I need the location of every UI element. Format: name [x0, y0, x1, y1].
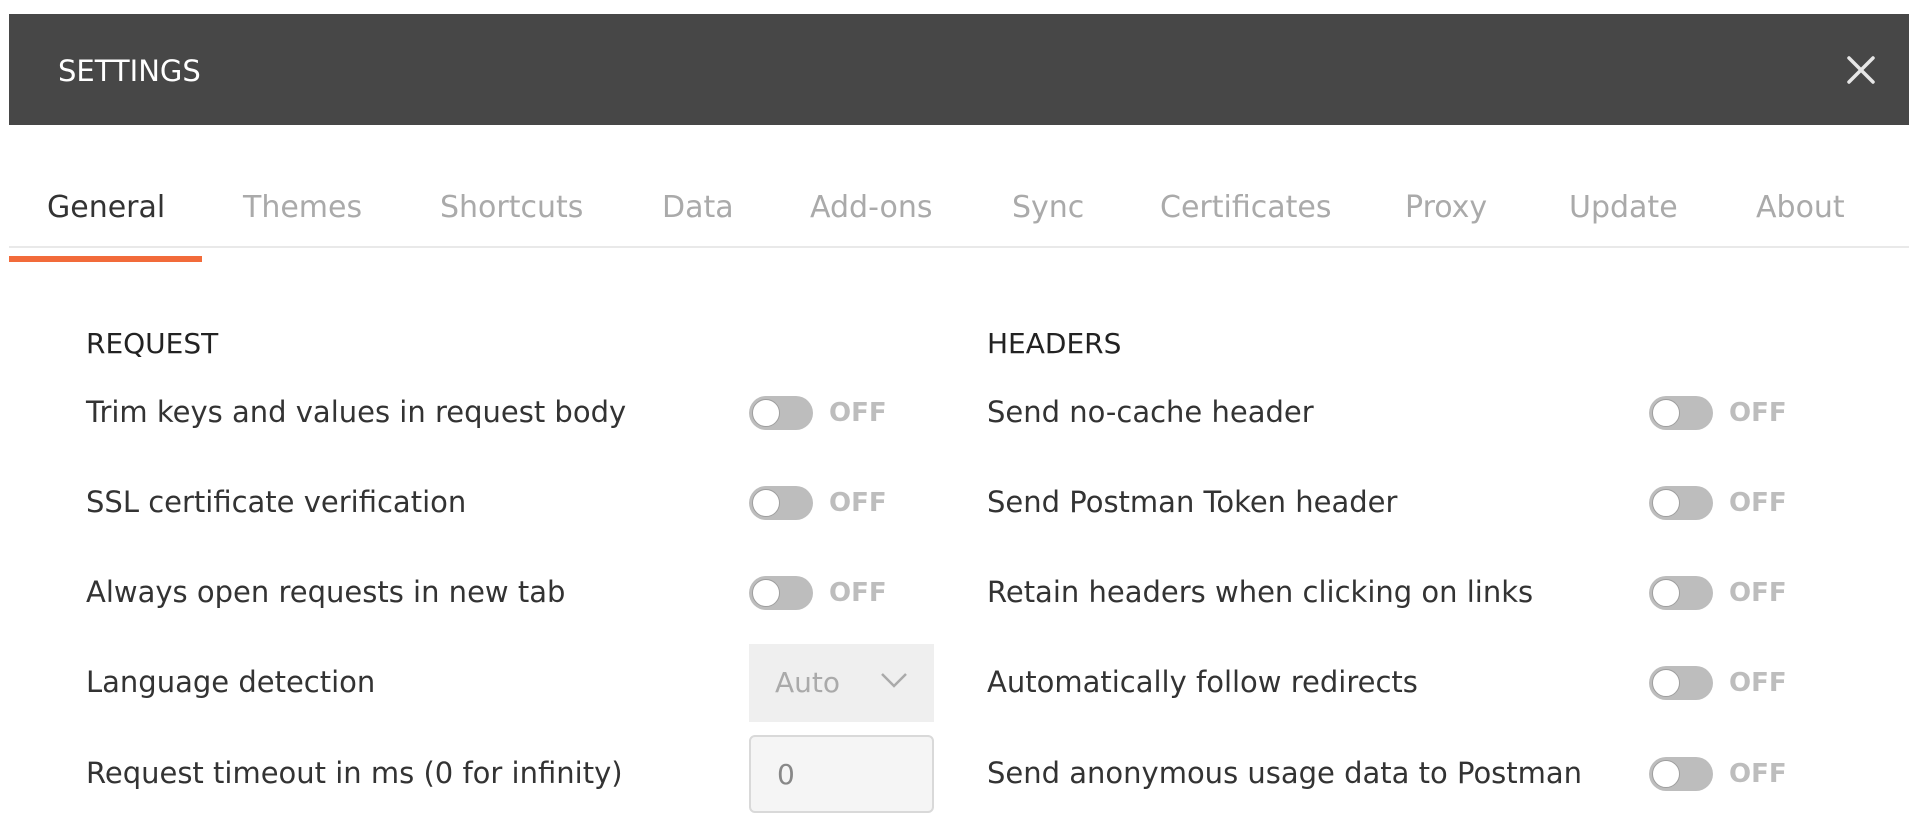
toggle-knob [1652, 669, 1680, 697]
toggle-state-retain-headers: OFF [1729, 578, 1787, 608]
settings-modal: SETTINGS General Themes Shortcuts Data A… [9, 14, 1909, 831]
toggle-state-open-new-tab: OFF [829, 578, 887, 608]
toggle-retain-headers[interactable] [1649, 576, 1713, 610]
setting-label-follow-redirects: Automatically follow redirects [987, 665, 1418, 699]
toggle-no-cache[interactable] [1649, 396, 1713, 430]
tab-data[interactable]: Data [662, 190, 734, 246]
toggle-state-trim-keys: OFF [829, 398, 887, 428]
tab-update[interactable]: Update [1569, 190, 1678, 246]
tab-about[interactable]: About [1756, 190, 1845, 246]
toggle-usage-data[interactable] [1649, 757, 1713, 791]
toggle-state-postman-token: OFF [1729, 488, 1787, 518]
request-section-title: REQUEST [86, 327, 219, 360]
language-detection-value: Auto [775, 666, 841, 699]
settings-tabs: General Themes Shortcuts Data Add-ons Sy… [9, 190, 1909, 248]
setting-label-language-detection: Language detection [86, 665, 376, 699]
language-detection-select[interactable]: Auto [749, 644, 934, 722]
toggle-knob [752, 489, 780, 517]
request-timeout-input[interactable] [749, 735, 934, 813]
toggle-state-follow-redirects: OFF [1729, 668, 1787, 698]
toggle-open-new-tab[interactable] [749, 576, 813, 610]
toggle-knob [1652, 489, 1680, 517]
tab-add-ons[interactable]: Add-ons [810, 190, 932, 246]
tab-themes[interactable]: Themes [243, 190, 362, 246]
active-tab-indicator [9, 256, 202, 262]
tab-proxy[interactable]: Proxy [1405, 190, 1487, 246]
setting-label-ssl-verification: SSL certificate verification [86, 485, 467, 519]
headers-section-title: HEADERS [987, 327, 1122, 360]
tab-shortcuts[interactable]: Shortcuts [440, 190, 583, 246]
toggle-knob [1652, 579, 1680, 607]
toggle-trim-keys[interactable] [749, 396, 813, 430]
setting-label-no-cache: Send no-cache header [987, 395, 1314, 429]
toggle-state-ssl-verification: OFF [829, 488, 887, 518]
toggle-knob [752, 579, 780, 607]
setting-label-retain-headers: Retain headers when clicking on links [987, 575, 1534, 609]
tab-general[interactable]: General [47, 190, 165, 246]
modal-title: SETTINGS [58, 54, 201, 88]
setting-label-usage-data: Send anonymous usage data to Postman [987, 756, 1583, 790]
toggle-knob [1652, 760, 1680, 788]
close-icon [1847, 56, 1875, 84]
tab-certificates[interactable]: Certificates [1160, 190, 1331, 246]
setting-label-request-timeout: Request timeout in ms (0 for infinity) [86, 756, 623, 790]
toggle-state-no-cache: OFF [1729, 398, 1787, 428]
setting-label-postman-token: Send Postman Token header [987, 485, 1398, 519]
toggle-knob [752, 399, 780, 427]
setting-label-open-new-tab: Always open requests in new tab [86, 575, 566, 609]
setting-label-trim-keys: Trim keys and values in request body [86, 395, 627, 429]
chevron-down-icon [881, 673, 907, 688]
toggle-state-usage-data: OFF [1729, 759, 1787, 789]
modal-header: SETTINGS [9, 14, 1909, 125]
toggle-knob [1652, 399, 1680, 427]
toggle-postman-token[interactable] [1649, 486, 1713, 520]
toggle-follow-redirects[interactable] [1649, 666, 1713, 700]
tab-sync[interactable]: Sync [1012, 190, 1084, 246]
toggle-ssl-verification[interactable] [749, 486, 813, 520]
close-button[interactable] [1841, 50, 1881, 90]
